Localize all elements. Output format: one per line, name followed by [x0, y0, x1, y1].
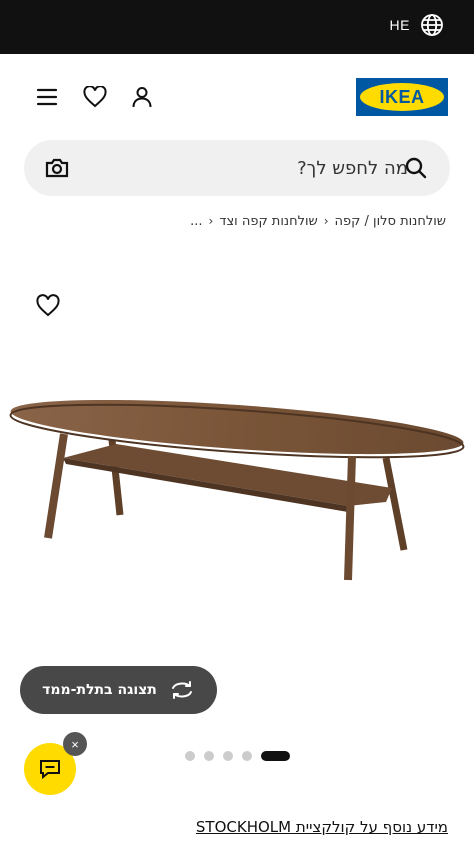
- view-3d-button[interactable]: תצוגה בתלת-ממד: [20, 666, 217, 714]
- account-button[interactable]: [129, 84, 155, 110]
- heart-icon[interactable]: [36, 294, 60, 318]
- language-selector[interactable]: HE: [390, 13, 444, 37]
- chat-close-button[interactable]: ×: [63, 732, 87, 756]
- chevron-left-icon: ‹: [208, 214, 214, 228]
- carousel-dot-active[interactable]: [261, 751, 290, 761]
- collection-link[interactable]: מידע נוסף על קולקציית STOCKHOLM: [0, 818, 474, 836]
- product-image-coffee-table: [9, 400, 465, 581]
- carousel-indicator: [185, 751, 290, 761]
- heart-icon: [83, 86, 107, 108]
- carousel-dot[interactable]: [185, 751, 195, 761]
- user-icon: [132, 87, 152, 108]
- globe-icon: [421, 14, 443, 36]
- ikea-logo-oval: IKEA: [360, 83, 444, 111]
- carousel-dot[interactable]: [223, 751, 233, 761]
- breadcrumb-item-living-room-tables[interactable]: שולחנות סלון / קפה: [335, 214, 446, 229]
- ikea-logo-text: IKEA: [379, 86, 425, 107]
- breadcrumb-item-coffee-side-tables[interactable]: שולחנות קפה וצד: [219, 214, 317, 229]
- favourites-button[interactable]: [82, 84, 108, 110]
- breadcrumb-overflow[interactable]: ...: [190, 214, 202, 229]
- rotate-3d-icon: [171, 681, 192, 699]
- view-3d-label: תצוגה בתלת-ממד: [42, 682, 157, 698]
- breadcrumb: שולחנות סלון / קפה ‹ שולחנות קפה וצד ‹ .…: [0, 206, 474, 236]
- chat-bubble-icon: [40, 760, 60, 780]
- search-icon[interactable]: [404, 156, 428, 180]
- carousel-dot[interactable]: [204, 751, 214, 761]
- product-gallery[interactable]: [0, 250, 474, 670]
- language-code: HE: [389, 17, 410, 33]
- menu-button[interactable]: [34, 84, 60, 110]
- carousel-dot[interactable]: [242, 751, 252, 761]
- search-bar: [24, 140, 450, 196]
- site-header: IKEA: [0, 54, 474, 140]
- hamburger-menu-icon: [36, 88, 58, 106]
- chevron-left-icon: ‹: [323, 214, 329, 228]
- ikea-logo[interactable]: IKEA: [356, 78, 448, 116]
- camera-icon[interactable]: [44, 156, 70, 180]
- top-bar: HE: [0, 0, 474, 54]
- search-input[interactable]: [94, 140, 414, 196]
